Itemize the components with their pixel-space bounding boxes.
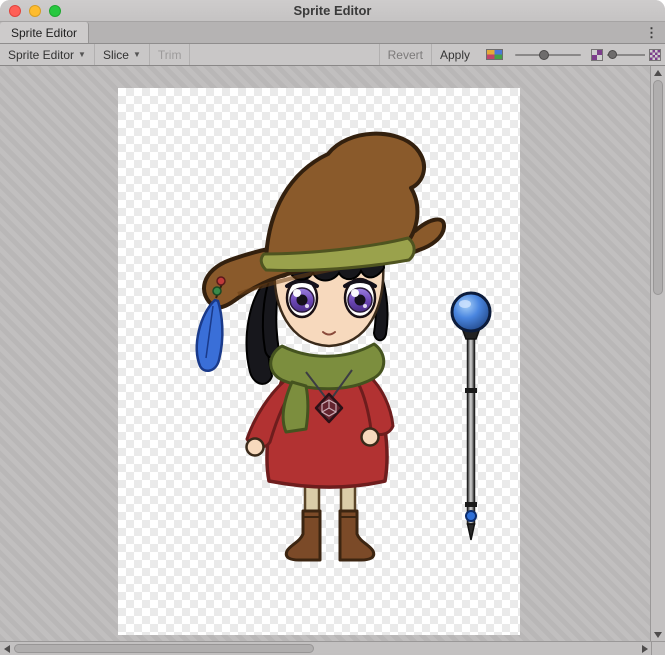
maximize-button[interactable]: [49, 5, 61, 17]
mode-dropdown-label: Sprite Editor: [8, 48, 74, 62]
revert-button-label: Revert: [388, 48, 423, 62]
staff-sprite: [452, 293, 490, 540]
sprite-editor-window: Sprite Editor Sprite Editor ⋮ Sprite Edi…: [0, 0, 665, 655]
scroll-right-button[interactable]: [638, 642, 651, 655]
scroll-up-button[interactable]: [651, 66, 665, 79]
scroll-left-button[interactable]: [0, 642, 13, 655]
traffic-lights: [9, 5, 61, 17]
horizontal-scrollbar-thumb[interactable]: [14, 644, 314, 653]
tab-sprite-editor[interactable]: Sprite Editor: [0, 22, 89, 43]
vertical-scrollbar[interactable]: [650, 66, 665, 641]
arrow-left-icon: [4, 645, 10, 653]
revert-button[interactable]: Revert: [379, 44, 431, 65]
tab-bar: Sprite Editor ⋮: [0, 22, 665, 44]
sprite-image: [118, 88, 520, 635]
horizontal-scrollbar[interactable]: [0, 641, 651, 655]
chevron-down-icon: ▼: [78, 50, 86, 59]
arrow-up-icon: [654, 70, 662, 76]
sprite-texture-area[interactable]: [118, 88, 520, 635]
chevron-down-icon: ▼: [133, 50, 141, 59]
canvas[interactable]: [0, 66, 650, 641]
color-channel-icon[interactable]: [486, 49, 503, 60]
mip-slider-knob[interactable]: [608, 50, 617, 59]
mip-slider-track[interactable]: [607, 54, 645, 56]
scrollbar-corner: [651, 641, 665, 655]
vertical-scrollbar-thumb[interactable]: [653, 80, 663, 295]
trim-button-label: Trim: [158, 48, 182, 62]
zoom-slider[interactable]: [515, 49, 581, 61]
sprite-editor-mode-dropdown[interactable]: Sprite Editor ▼: [0, 44, 95, 65]
close-button[interactable]: [9, 5, 21, 17]
toolbar: Sprite Editor ▼ Slice ▼ Trim Revert Appl…: [0, 44, 665, 66]
bottom-bar: [0, 641, 665, 655]
minimize-button[interactable]: [29, 5, 41, 17]
arrow-right-icon: [642, 645, 648, 653]
slice-dropdown-label: Slice: [103, 48, 129, 62]
tab-label: Sprite Editor: [11, 26, 77, 40]
zoom-slider-knob[interactable]: [539, 50, 549, 60]
toolbar-right-group: Revert Apply: [379, 44, 665, 65]
mip-low-texture-icon: [591, 49, 603, 61]
trim-button[interactable]: Trim: [150, 44, 191, 65]
arrow-down-icon: [654, 632, 662, 638]
slice-dropdown[interactable]: Slice ▼: [95, 44, 150, 65]
apply-button[interactable]: Apply: [431, 44, 478, 65]
scroll-down-button[interactable]: [651, 628, 665, 641]
apply-button-label: Apply: [440, 48, 470, 62]
titlebar[interactable]: Sprite Editor: [0, 0, 665, 22]
character-sprite: [197, 134, 444, 560]
kebab-menu-icon[interactable]: ⋮: [638, 22, 665, 43]
window-title: Sprite Editor: [0, 3, 665, 18]
main-area: [0, 66, 665, 641]
mip-slider[interactable]: [591, 44, 661, 65]
mip-high-texture-icon: [649, 49, 661, 61]
